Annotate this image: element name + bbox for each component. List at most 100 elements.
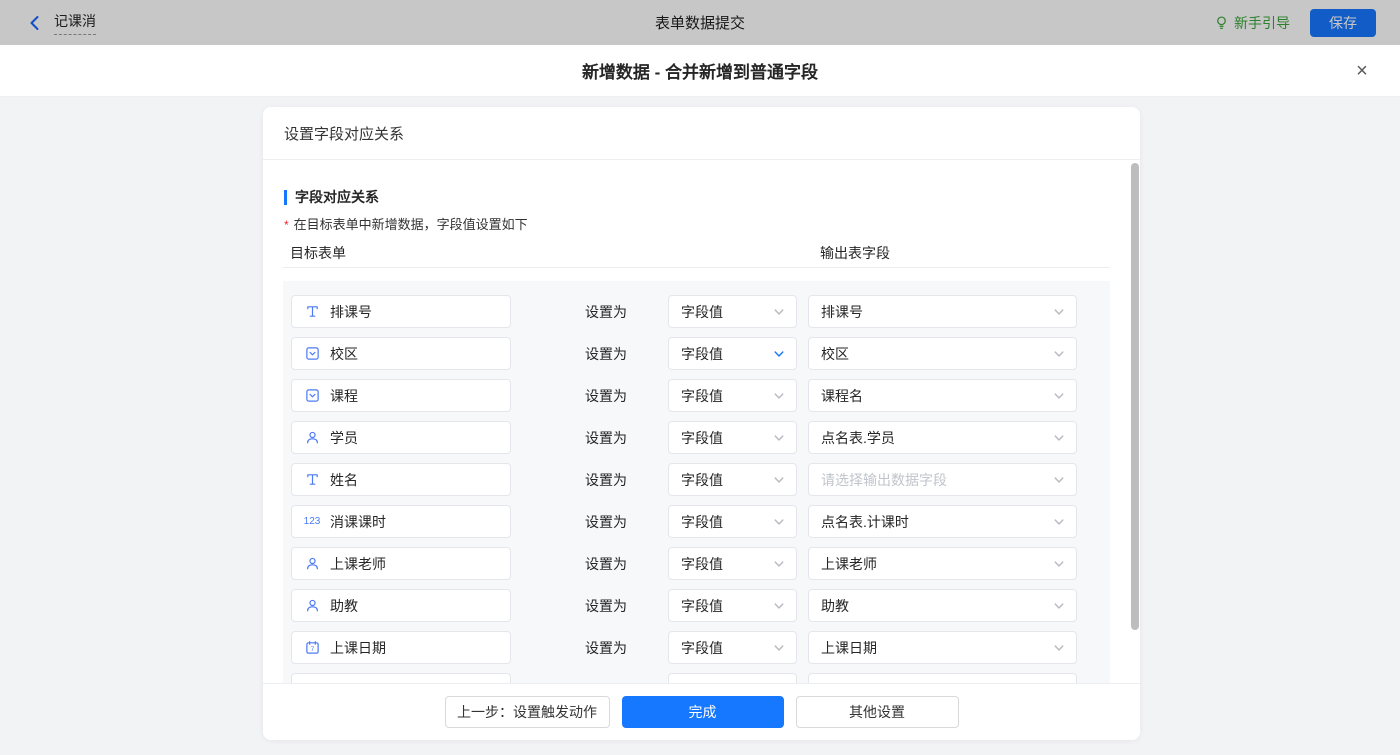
set-as-label: 设置为 — [585, 386, 627, 406]
target-field-box[interactable]: 课程 — [291, 379, 511, 412]
value-type-dropdown[interactable]: 字段值 — [668, 463, 797, 496]
lightbulb-icon — [1214, 15, 1229, 30]
output-field-value: 上课老师 — [821, 554, 877, 574]
chevron-down-icon — [772, 557, 786, 571]
output-field-dropdown[interactable]: 请选择输出数据字段 — [808, 463, 1077, 496]
output-field-dropdown[interactable]: 排课号 — [808, 295, 1077, 328]
output-field-value: 点名表.计课时 — [821, 512, 909, 532]
chevron-down-icon — [1052, 431, 1066, 445]
output-field-dropdown[interactable]: 点名表.计课时 — [808, 505, 1077, 538]
value-type-dropdown[interactable]: 字段值 — [668, 631, 797, 664]
modal-title: 新增数据 - 合并新增到普通字段 — [582, 58, 818, 83]
value-type-value: 字段值 — [681, 386, 723, 406]
chevron-down-icon — [1052, 305, 1066, 319]
previous-step-button[interactable]: 上一步：设置触发动作 — [445, 696, 610, 728]
output-field-dropdown[interactable]: 上课日期 — [808, 631, 1077, 664]
chevron-down-icon — [1052, 599, 1066, 613]
chevron-down-icon — [772, 305, 786, 319]
set-as-label: 设置为 — [585, 512, 627, 532]
output-field-value: 排课号 — [821, 302, 863, 322]
target-field-label: 学员 — [330, 428, 358, 448]
chevron-down-icon — [1052, 347, 1066, 361]
target-field-label: 消课课时 — [330, 512, 386, 532]
target-field-label: 上课老师 — [330, 554, 386, 574]
chevron-down-icon — [772, 473, 786, 487]
mapping-row: 123 消课课时 设置为 字段值 点名表.计课时 — [283, 505, 1110, 538]
target-field-box[interactable]: 姓名 — [291, 463, 511, 496]
set-as-label: 设置为 — [585, 302, 627, 322]
set-as-label: 设置为 — [585, 638, 627, 658]
partial-field-box[interactable] — [808, 673, 1077, 683]
close-icon[interactable]: × — [1350, 59, 1374, 83]
value-type-value: 字段值 — [681, 638, 723, 658]
value-type-value: 字段值 — [681, 512, 723, 532]
scrollbar-thumb[interactable] — [1131, 163, 1139, 630]
target-field-box[interactable]: 7 上课日期 — [291, 631, 511, 664]
mapping-rows: 排课号 设置为 字段值 排课号 校区 设置为 字段值 校区 课程 — [283, 281, 1110, 683]
chevron-down-icon — [1052, 389, 1066, 403]
target-field-label: 上课日期 — [330, 638, 386, 658]
guide-label: 新手引导 — [1234, 13, 1290, 33]
chevron-down-icon — [1052, 473, 1066, 487]
person-field-icon — [304, 556, 320, 572]
output-field-dropdown[interactable]: 点名表.学员 — [808, 421, 1077, 454]
value-type-value: 字段值 — [681, 428, 723, 448]
mapping-row: 课程 设置为 字段值 课程名 — [283, 379, 1110, 412]
date-field-icon: 7 — [304, 640, 320, 656]
chevron-down-icon — [772, 515, 786, 529]
partial-field-box[interactable] — [668, 673, 797, 683]
footer-bar: 上一步：设置触发动作 完成 其他设置 — [263, 683, 1140, 740]
modal-header: 新增数据 - 合并新增到普通字段 × — [0, 45, 1400, 97]
output-field-value: 助教 — [821, 596, 849, 616]
field-mapping-card: 设置字段对应关系 字段对应关系 *在目标表单中新增数据，字段值设置如下 目标表单… — [263, 107, 1140, 740]
target-field-box[interactable]: 校区 — [291, 337, 511, 370]
target-field-box[interactable]: 排课号 — [291, 295, 511, 328]
mapping-row: 学员 设置为 字段值 点名表.学员 — [283, 421, 1110, 454]
output-field-dropdown[interactable]: 上课老师 — [808, 547, 1077, 580]
output-field-dropdown[interactable]: 校区 — [808, 337, 1077, 370]
other-settings-button[interactable]: 其他设置 — [796, 696, 959, 728]
value-type-dropdown[interactable]: 字段值 — [668, 547, 797, 580]
column-divider — [283, 267, 1110, 268]
save-button[interactable]: 保存 — [1310, 9, 1376, 37]
target-field-box[interactable]: 助教 — [291, 589, 511, 622]
target-field-box[interactable]: 上课老师 — [291, 547, 511, 580]
mapping-row: 姓名 设置为 字段值 请选择输出数据字段 — [283, 463, 1110, 496]
chevron-down-icon — [772, 389, 786, 403]
number-field-icon: 123 — [304, 514, 320, 530]
output-field-dropdown[interactable]: 助教 — [808, 589, 1077, 622]
value-type-dropdown[interactable]: 字段值 — [668, 295, 797, 328]
chevron-down-icon — [772, 347, 786, 361]
output-field-value: 请选择输出数据字段 — [821, 470, 947, 490]
value-type-dropdown[interactable]: 字段值 — [668, 589, 797, 622]
output-field-value: 点名表.学员 — [821, 428, 895, 448]
beginner-guide-link[interactable]: 新手引导 — [1214, 13, 1290, 33]
mapping-row: 排课号 设置为 字段值 排课号 — [283, 295, 1110, 328]
mapping-row: 上课老师 设置为 字段值 上课老师 — [283, 547, 1110, 580]
value-type-dropdown[interactable]: 字段值 — [668, 505, 797, 538]
mapping-row: 助教 设置为 字段值 助教 — [283, 589, 1110, 622]
output-field-dropdown[interactable]: 课程名 — [808, 379, 1077, 412]
done-button[interactable]: 完成 — [622, 696, 784, 728]
output-field-value: 上课日期 — [821, 638, 877, 658]
value-type-dropdown[interactable]: 字段值 — [668, 337, 797, 370]
value-type-dropdown[interactable]: 字段值 — [668, 379, 797, 412]
set-as-label: 设置为 — [585, 596, 627, 616]
set-as-label: 设置为 — [585, 428, 627, 448]
target-field-label: 助教 — [330, 596, 358, 616]
chevron-down-icon — [772, 431, 786, 445]
value-type-dropdown[interactable]: 字段值 — [668, 421, 797, 454]
required-asterisk: * — [284, 218, 289, 232]
chevron-down-icon — [1052, 557, 1066, 571]
set-as-label: 设置为 — [585, 470, 627, 490]
screen: 记课消 表单数据提交 新手引导 保存 新增数据 - 合并新增到普通字段 × 设置… — [0, 0, 1400, 755]
set-as-label: 设置为 — [585, 554, 627, 574]
text-field-icon — [304, 472, 320, 488]
target-field-box[interactable]: 学员 — [291, 421, 511, 454]
target-field-label: 课程 — [330, 386, 358, 406]
select-field-icon — [304, 388, 320, 404]
target-field-label: 校区 — [330, 344, 358, 364]
partial-field-box[interactable] — [291, 673, 511, 683]
select-field-icon — [304, 346, 320, 362]
target-field-box[interactable]: 123 消课课时 — [291, 505, 511, 538]
